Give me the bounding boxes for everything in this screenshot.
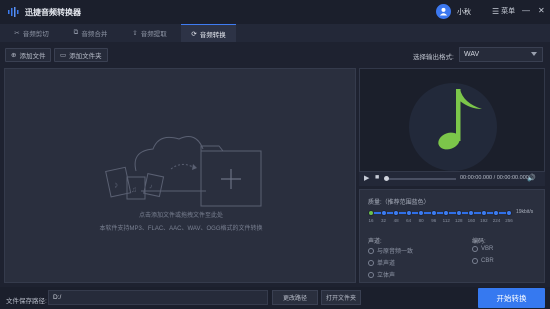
volume-icon[interactable]: 🔊 (527, 174, 536, 182)
radio-label: VBR (481, 246, 494, 252)
minimize-button[interactable]: — (522, 6, 530, 15)
file-drop-zone[interactable]: ♪ ♫ ♪ 点击添加文件或拖拽文件至此处 本软件支持MP3、FLAC、AAC、W… (4, 68, 356, 283)
save-path-label: 文件保存路径: (6, 298, 47, 305)
bitrate-stop[interactable] (455, 210, 462, 216)
progress-handle[interactable] (384, 176, 389, 181)
menu-icon: ☰ (492, 6, 500, 16)
start-convert-button[interactable]: 开始转换 (478, 288, 545, 308)
tab-audio-merge[interactable]: ⧉ 音频合并 (63, 24, 118, 42)
title-bar: 迅捷音频转换器 小秋 ☰ 菜单 — ✕ (0, 0, 550, 24)
format-value: WAV (464, 51, 480, 58)
extract-icon: ⇪ (132, 30, 138, 37)
bitrate-stop[interactable] (506, 210, 512, 216)
drop-hint-primary: 点击添加文件或拖拽文件至此处 (138, 213, 223, 219)
bitrate-tick-label: 256 (505, 218, 513, 223)
play-icon[interactable]: ▶ (364, 174, 369, 182)
add-folder-label: 添加文件夹 (69, 53, 102, 60)
bitrate-stop[interactable] (380, 210, 387, 216)
drop-files-illustration-icon: ♪ ♫ ♪ (105, 136, 262, 207)
tab-audio-cut[interactable]: ✂ 音频剪切 (4, 24, 59, 42)
tab-audio-extract[interactable]: ⇪ 音频提取 (122, 24, 177, 42)
radio-label: 立体声 (377, 273, 396, 279)
playback-timecode: 00:00:00.000 / 00:00:00.000 (460, 175, 529, 181)
playback-progress[interactable] (384, 176, 456, 181)
menu-button[interactable]: ☰ 菜单 (492, 6, 515, 16)
radio-label: 与原音频一致 (377, 249, 414, 255)
channel-option-mono[interactable]: 单声道 (368, 258, 395, 267)
radio-icon (368, 271, 374, 278)
change-path-button[interactable]: 更改路径 (272, 290, 318, 305)
drop-hint-formats: 本软件支持MP3、FLAC、AAC、WAV、OGG格式的文件转换 (99, 226, 263, 232)
user-account[interactable]: 小秋 (436, 4, 471, 19)
stop-icon[interactable]: ■ (375, 174, 379, 181)
folder-icon: ▭ (60, 52, 67, 59)
player-controls: ▶ ■ 00:00:00.000 / 00:00:00.000 🔊 (359, 172, 545, 186)
chevron-down-icon (531, 52, 537, 56)
output-settings: 质量:（推荐范围蓝色） 16 32 48 64 80 96 112 128 160 192 224 2… (359, 189, 545, 283)
encoding-label: 编码: (472, 239, 486, 245)
plus-circle-icon: ⊕ (11, 52, 17, 59)
app-logo-icon (6, 5, 20, 19)
bitrate-stop[interactable] (468, 210, 475, 216)
function-tabs: ✂ 音频剪切 ⧉ 音频合并 ⇪ 音频提取 ⟳ 音频转换 (0, 24, 550, 42)
bitrate-stop[interactable] (405, 210, 412, 216)
channel-option-stereo[interactable]: 立体声 (368, 270, 395, 279)
avatar-icon[interactable] (436, 4, 451, 19)
svg-text:♫: ♫ (131, 185, 137, 194)
bitrate-label: 质量:（推荐范围蓝色） (368, 200, 430, 206)
svg-text:♪: ♪ (113, 179, 119, 190)
audio-preview (359, 68, 545, 172)
radio-label: CBR (481, 258, 494, 264)
add-file-label: 添加文件 (19, 53, 46, 60)
bitrate-stop[interactable] (480, 210, 487, 216)
close-icon: ✕ (538, 6, 545, 15)
tab-label: 音频合并 (81, 31, 108, 38)
tab-audio-convert[interactable]: ⟳ 音频转换 (181, 24, 236, 42)
add-file-button[interactable]: ⊕ 添加文件 (5, 48, 52, 62)
toolbar: ⊕ 添加文件 ▭ 添加文件夹 选择输出格式: WAV (0, 44, 550, 66)
menu-label: 菜单 (501, 8, 516, 15)
music-note-icon (409, 83, 497, 171)
bitrate-stop[interactable] (368, 210, 374, 216)
bitrate-stop[interactable] (443, 210, 450, 216)
close-button[interactable]: ✕ (538, 6, 545, 15)
minimize-icon: — (522, 6, 530, 15)
radio-label: 单声道 (377, 261, 396, 267)
radio-icon (472, 258, 478, 264)
radio-icon (368, 247, 374, 254)
bitrate-stop[interactable] (430, 210, 437, 216)
radio-icon (472, 246, 478, 252)
format-select[interactable]: WAV (459, 47, 543, 62)
tab-label: 音频剪切 (22, 31, 49, 38)
encoding-option-cbr[interactable]: CBR (472, 258, 494, 264)
app-title: 迅捷音频转换器 (25, 7, 81, 17)
radio-icon (368, 259, 374, 266)
format-label: 选择输出格式: (413, 54, 454, 61)
tab-label: 音频提取 (140, 31, 167, 38)
bitrate-stop[interactable] (393, 210, 400, 216)
bottom-bar: 文件保存路径: D:/ 更改路径 打开文件夹 开始转换 (0, 287, 550, 309)
bitrate-unit: 19kbit/s (516, 209, 534, 215)
tab-label: 音频转换 (199, 31, 226, 39)
channel-option-original[interactable]: 与原音频一致 (368, 246, 413, 255)
open-folder-button[interactable]: 打开文件夹 (321, 290, 361, 305)
username: 小秋 (457, 8, 471, 16)
channel-label: 声道: (368, 239, 382, 245)
bitrate-slider[interactable] (371, 212, 509, 214)
convert-icon: ⟳ (191, 30, 197, 38)
encoding-option-vbr[interactable]: VBR (472, 246, 493, 252)
save-path-input[interactable]: D:/ (48, 290, 268, 305)
bitrate-stop[interactable] (493, 210, 500, 216)
scissors-icon: ✂ (14, 30, 20, 37)
merge-icon: ⧉ (73, 29, 79, 36)
add-folder-button[interactable]: ▭ 添加文件夹 (54, 48, 108, 62)
bitrate-stop[interactable] (418, 210, 425, 216)
svg-text:♪: ♪ (148, 183, 153, 191)
